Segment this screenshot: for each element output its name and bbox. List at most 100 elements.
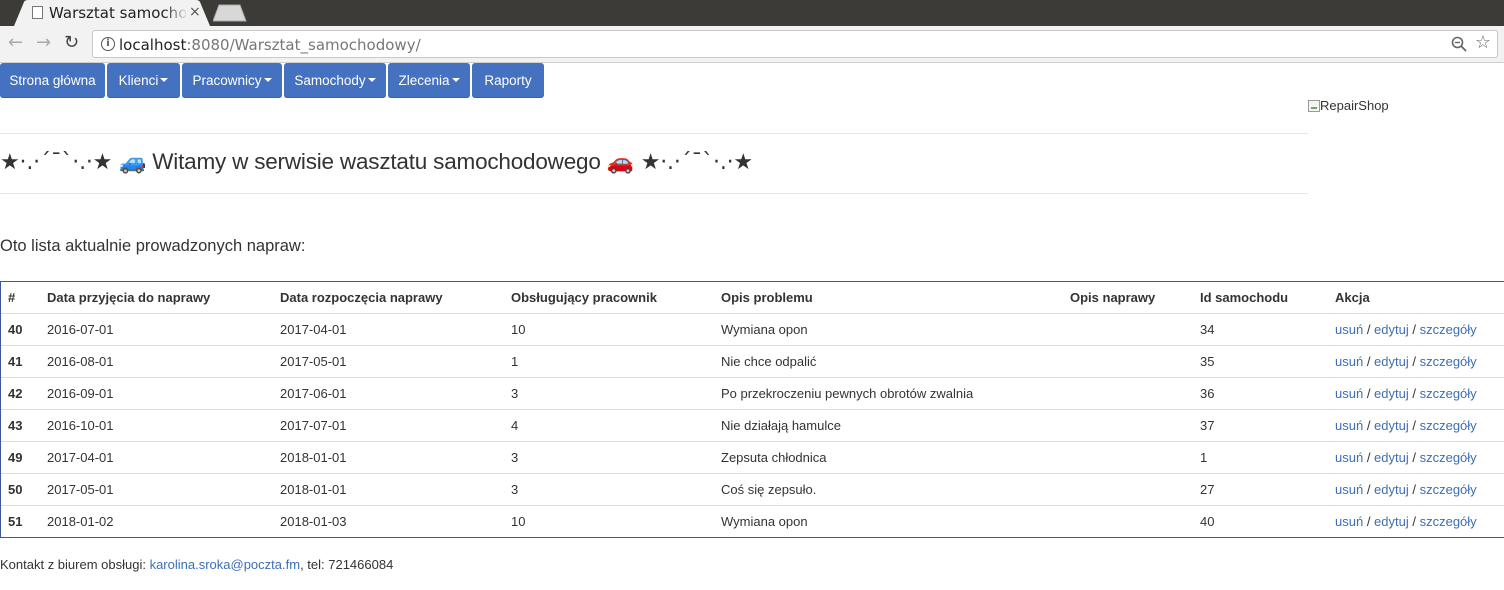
edit-link[interactable]: edytuj [1374,482,1409,497]
edit-link[interactable]: edytuj [1374,322,1409,337]
details-link[interactable]: szczegóły [1420,354,1477,369]
cell-employee: 3 [504,440,714,473]
action-separator: / [1408,417,1420,433]
caret-down-icon [451,78,460,83]
url-text[interactable]: localhost:8080/Warsztat_samochodowy/ [119,36,421,54]
cell-car-id: 1 [1193,440,1328,473]
main-nav: Strona główna Klienci Pracownicy Samocho… [0,63,546,98]
cell-repair [1063,312,1193,345]
car-icon: 🚙 [119,150,147,175]
cell-id: 43 [1,408,40,441]
new-tab-button[interactable] [213,4,247,22]
edit-link[interactable]: edytuj [1374,386,1409,401]
cell-id: 41 [1,344,40,377]
action-separator: / [1363,385,1375,401]
cell-car-id: 36 [1193,376,1328,409]
action-separator: / [1363,481,1375,497]
cell-actions: usuń / edytuj / szczegóły [1328,312,1504,345]
nav-reports[interactable]: Raporty [472,63,544,98]
details-link[interactable]: szczegóły [1420,450,1477,465]
cell-start-date: 2018-01-01 [273,472,504,505]
tab-title-fade [164,3,188,23]
cell-id: 42 [1,376,40,409]
nav-clients-dropdown[interactable]: Klienci [107,63,180,98]
divider [0,193,1308,194]
caret-down-icon [160,78,169,83]
cell-employee: 10 [504,312,714,345]
cell-actions: usuń / edytuj / szczegóły [1328,504,1504,537]
edit-link[interactable]: edytuj [1374,354,1409,369]
col-header-start-date: Data rozpoczęcia naprawy [273,282,504,314]
cell-id: 40 [1,312,40,345]
cell-start-date: 2018-01-01 [273,440,504,473]
table-row: 50 2017-05-01 2018-01-01 3 Coś się zepsuło. 2… [1,472,1504,505]
edit-link[interactable]: edytuj [1374,418,1409,433]
cell-problem: Wymiana opon [714,312,1063,345]
reload-icon[interactable]: ↻ [64,34,79,52]
col-header-repair: Opis naprawy [1063,282,1193,314]
cell-start-date: 2017-04-01 [273,312,504,345]
cell-accepted-date: 2016-07-01 [40,312,273,345]
url-host: localhost [119,36,187,54]
info-icon[interactable]: i [101,37,115,51]
logo-alt-text: RepairShop [1320,98,1389,113]
col-header-car-id: Id samochodu [1193,282,1328,314]
details-link[interactable]: szczegóły [1420,418,1477,433]
nav-reports-label: Raporty [484,73,532,88]
cell-car-id: 27 [1193,472,1328,505]
cell-problem: Coś się zepsuło. [714,472,1063,505]
cell-start-date: 2017-06-01 [273,376,504,409]
details-link[interactable]: szczegóły [1420,482,1477,497]
delete-link[interactable]: usuń [1335,354,1363,369]
details-link[interactable]: szczegóły [1420,386,1477,401]
action-separator: / [1408,385,1420,401]
col-header-problem: Opis problemu [714,282,1063,314]
bookmark-star-icon[interactable]: ☆ [1475,32,1491,53]
edit-link[interactable]: edytuj [1374,450,1409,465]
action-separator: / [1363,321,1375,337]
nav-cars-dropdown[interactable]: Samochody [284,63,386,98]
cell-employee: 4 [504,408,714,441]
delete-link[interactable]: usuń [1335,418,1363,433]
cell-car-id: 37 [1193,408,1328,441]
table-row: 49 2017-04-01 2018-01-01 3 Zepsuta chłodnica… [1,440,1504,473]
footer-phone: , tel: 721466084 [300,557,394,572]
delete-link[interactable]: usuń [1335,482,1363,497]
nav-home[interactable]: Strona główna [0,63,105,98]
close-tab-icon[interactable]: × [189,4,201,20]
details-link[interactable]: szczegóły [1420,514,1477,529]
cell-start-date: 2017-07-01 [273,408,504,441]
delete-link[interactable]: usuń [1335,386,1363,401]
cell-accepted-date: 2016-10-01 [40,408,273,441]
logo-image: RepairShop [1308,98,1389,113]
cell-car-id: 40 [1193,504,1328,537]
welcome-text: Witamy w serwisie wasztatu samochodowego [146,149,607,174]
caret-down-icon [263,78,272,83]
col-header-employee: Obsługujący pracownik [504,282,714,314]
action-separator: / [1408,481,1420,497]
address-bar[interactable]: i localhost:8080/Warsztat_samochodowy/ ☆ [92,30,1498,58]
cell-problem: Nie chce odpalić [714,344,1063,377]
cell-accepted-date: 2018-01-02 [40,504,273,537]
edit-link[interactable]: edytuj [1374,514,1409,529]
delete-link[interactable]: usuń [1335,450,1363,465]
cell-car-id: 35 [1193,344,1328,377]
delete-link[interactable]: usuń [1335,514,1363,529]
cell-id: 49 [1,440,40,473]
col-header-accepted-date: Data przyjęcia do naprawy [40,282,273,314]
nav-home-label: Strona główna [9,73,96,88]
cell-repair [1063,440,1193,473]
back-arrow-icon[interactable]: ← [8,34,23,52]
nav-orders-dropdown[interactable]: Zlecenia [388,63,470,98]
cell-problem: Nie działają hamulce [714,408,1063,441]
page-content: Strona główna Klienci Pracownicy Samocho… [0,63,1504,590]
cell-id: 51 [1,504,40,537]
details-link[interactable]: szczegóły [1420,322,1477,337]
email-link[interactable]: karolina.sroka@poczta.fm [150,557,300,572]
nav-clients-label: Klienci [118,73,159,88]
forward-arrow-icon[interactable]: → [36,34,51,52]
zoom-icon[interactable] [1451,36,1467,52]
browser-tab[interactable]: Warsztat samochodowy × [14,0,210,26]
delete-link[interactable]: usuń [1335,322,1363,337]
nav-employees-dropdown[interactable]: Pracownicy [182,63,282,98]
